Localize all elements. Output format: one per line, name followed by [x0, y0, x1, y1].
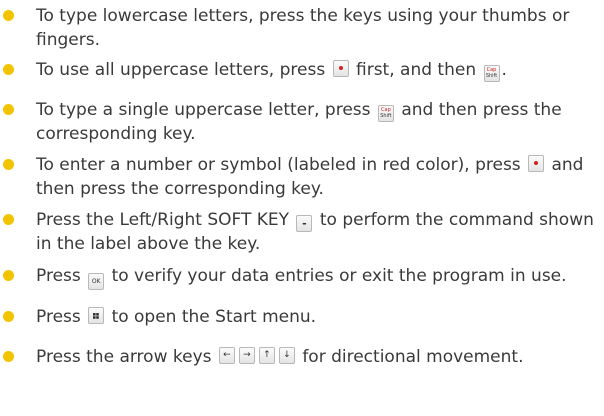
soft-key-icon: - — [296, 215, 313, 232]
function-key-icon — [528, 155, 545, 172]
bullet-dot-icon — [3, 64, 14, 75]
item-text: Press the Left/Right SOFT KEY - to perfo… — [36, 210, 594, 254]
arrow-down-key-icon: ↓ — [278, 347, 295, 364]
bullet-dot-icon — [3, 159, 14, 170]
arrow-up-key-icon: ↑ — [258, 347, 275, 364]
bullet-dot-icon — [3, 10, 14, 21]
cap-shift-key-icon: Cap Shift — [483, 65, 500, 82]
arrow-right-key-icon: → — [238, 347, 255, 364]
item-text: Press OK to verify your data entries or … — [36, 264, 600, 290]
function-key-icon — [332, 60, 349, 77]
item-text: Press the arrow keys ← → ↑ ↓ for directiona… — [36, 347, 524, 367]
ok-key-icon: OK — [88, 273, 105, 290]
arrow-left-key-icon: ← — [218, 347, 235, 364]
bullet-dot-icon — [3, 270, 14, 281]
bullet-dot-icon — [3, 104, 14, 115]
bullet-dot-icon — [3, 311, 14, 322]
item-text: Press to open the Start menu. — [36, 307, 317, 327]
cap-shift-key-icon: Cap Shift — [377, 105, 394, 122]
item-text: To type a single uppercase letter, press… — [36, 100, 562, 144]
start-key-icon — [88, 307, 105, 324]
item-text: To use all uppercase letters, press firs… — [36, 60, 507, 82]
item-text: To enter a number or symbol (labeled in … — [36, 155, 584, 199]
bullet-dot-icon — [3, 351, 14, 362]
bullet-dot-icon — [3, 214, 14, 225]
item-text: To type lowercase letters, press the key… — [36, 6, 570, 50]
